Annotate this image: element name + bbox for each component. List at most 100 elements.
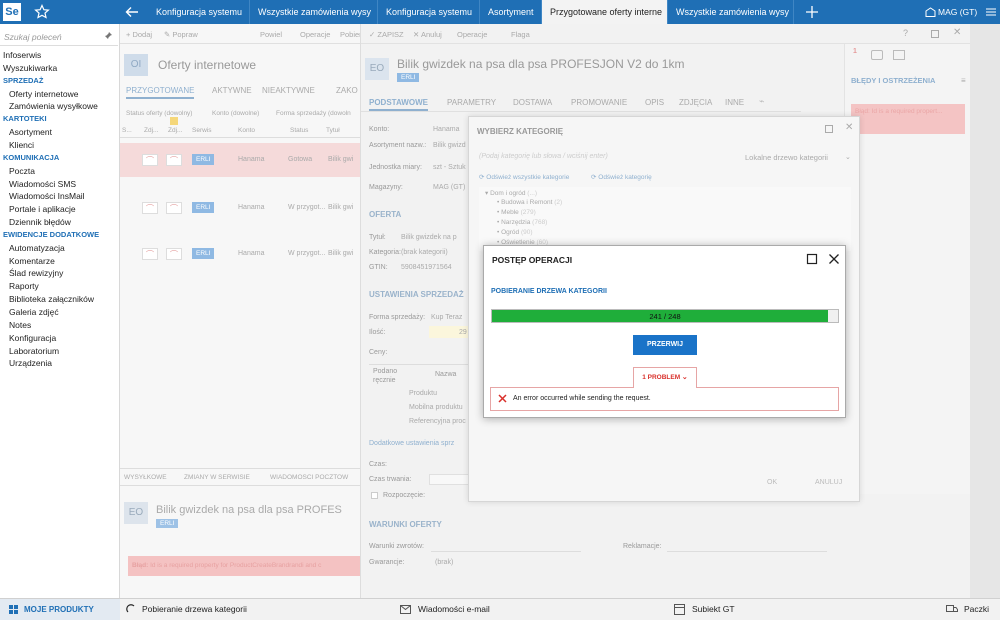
col-status[interactable]: Status: [290, 127, 308, 134]
error-count-icon[interactable]: 1: [853, 48, 863, 60]
refresh-category-link[interactable]: ⟳ Odśwież kategorię: [591, 173, 652, 181]
tab-0[interactable]: Konfiguracja systemu: [148, 0, 250, 24]
filter-status[interactable]: Status oferty (dowolny): [126, 110, 192, 117]
warehouse-label[interactable]: MAG (GT): [938, 7, 977, 17]
offer-field-value[interactable]: Bilik gwizdek na p: [401, 234, 457, 241]
flag-button[interactable]: Flaga: [511, 30, 530, 39]
add-button[interactable]: + Dodaj: [126, 30, 152, 39]
sidebar-item[interactable]: Zamówienia wysyłkowe: [9, 101, 98, 111]
tree-item[interactable]: • Ogród (90): [497, 229, 533, 236]
claims-select[interactable]: [667, 541, 827, 552]
sidebar-item[interactable]: Dziennik błędów: [9, 217, 71, 227]
tab-shipping[interactable]: WYSYŁKOWE: [124, 474, 167, 481]
offer-tab[interactable]: PARAMETRY: [447, 98, 496, 107]
sidebar-item[interactable]: Raporty: [9, 281, 39, 291]
attachment-icon[interactable]: ⌁: [759, 96, 764, 107]
sidebar-item[interactable]: Ślad rewizyjny: [9, 268, 63, 278]
offer-tab[interactable]: PODSTAWOWE: [369, 98, 428, 111]
col-account[interactable]: Konto: [238, 127, 255, 134]
category-close-icon[interactable]: ✕: [845, 122, 853, 133]
stop-button[interactable]: PRZERWIJ: [633, 335, 697, 355]
category-source-chevron-icon[interactable]: ⌄: [845, 153, 851, 161]
sidebar-item[interactable]: Wyszukiwarka: [3, 63, 57, 73]
task-label[interactable]: Pobieranie drzewa kategorii: [142, 604, 247, 614]
sidebar-search[interactable]: Szukaj poleceń: [0, 26, 118, 46]
tree-item[interactable]: • Meble (279): [497, 209, 536, 216]
star-icon[interactable]: [34, 4, 50, 20]
col-s[interactable]: S...: [122, 127, 132, 134]
tab-2[interactable]: Konfiguracja systemu: [378, 0, 480, 24]
extra-settings-link[interactable]: Dodatkowe ustawienia sprz: [369, 440, 454, 447]
tab-4-active[interactable]: Przygotowane oferty interne: [542, 0, 668, 24]
warranty-value[interactable]: (brak): [435, 559, 453, 566]
menu-icon[interactable]: [986, 8, 996, 16]
col-photo[interactable]: Zdj...: [144, 127, 158, 134]
field-value[interactable]: szt - Sztuk: [433, 164, 466, 171]
back-arrow-icon[interactable]: [124, 4, 140, 20]
offer-tab[interactable]: DOSTAWA: [513, 98, 552, 107]
add-tab-icon[interactable]: [804, 4, 820, 20]
subiekt-label[interactable]: Subiekt GT: [692, 604, 735, 614]
tab-1[interactable]: Wszystkie zamówienia wysy: [250, 0, 378, 24]
col-title[interactable]: Tytuł: [326, 127, 340, 134]
mail-icon[interactable]: [893, 50, 905, 60]
progress-maximize-icon[interactable]: [806, 253, 818, 265]
duration-input[interactable]: [429, 474, 469, 485]
offer-field-value[interactable]: (brak kategorii): [401, 249, 448, 256]
close-icon[interactable]: ✕: [953, 27, 961, 38]
price-row-label[interactable]: Mobilna produktu: [409, 404, 463, 411]
operations-button[interactable]: Operacje: [300, 30, 330, 39]
category-ok-button[interactable]: OK: [767, 479, 777, 486]
table-row[interactable]: ⌒ ⌒ ERLI Hanama W przygot... Bilik gwi: [120, 191, 360, 225]
tab-5[interactable]: Wszystkie zamówienia wysy: [668, 0, 794, 24]
category-search-input[interactable]: (Podaj kategorię lub słowa / wciśnij ent…: [479, 153, 608, 160]
sidebar-item[interactable]: Konfiguracja: [9, 333, 56, 343]
tree-item[interactable]: • Budowa i Remont (2): [497, 199, 562, 206]
returns-select[interactable]: [431, 541, 581, 552]
sidebar-item[interactable]: Laboratorium: [9, 346, 59, 356]
sidebar-item[interactable]: Oferty internetowe: [9, 89, 78, 99]
sidebar-item[interactable]: Automatyzacja: [9, 243, 65, 253]
problem-tab[interactable]: 1 PROBLEM ⌄: [633, 367, 697, 388]
sidebar-item[interactable]: Poczta: [9, 166, 35, 176]
comment-icon[interactable]: [871, 50, 883, 60]
sidebar-item[interactable]: Wiadomości SMS: [9, 179, 76, 189]
sidebar-item[interactable]: Notes: [9, 320, 31, 330]
email-label[interactable]: Wiadomości e-mail: [418, 604, 490, 614]
sidebar-item[interactable]: Urządzenia: [9, 358, 52, 368]
tab-messages[interactable]: WIADOMOŚCI POCZTOW: [270, 474, 360, 481]
category-source-select[interactable]: Lokalne drzewo kategorii: [745, 153, 828, 162]
sidebar-item[interactable]: Wiadomości InsMail: [9, 191, 85, 201]
sidebar-item[interactable]: Asortyment: [9, 127, 52, 137]
field-value[interactable]: MAG (GT): [433, 184, 465, 191]
offer-tab[interactable]: OPIS: [645, 98, 664, 107]
refresh-all-link[interactable]: ⟳ Odśwież wszystkie kategorie: [479, 173, 569, 181]
cancel-button[interactable]: ✕ Anuluj: [413, 30, 442, 39]
errors-panel-menu-icon[interactable]: ≡: [961, 76, 966, 85]
offer-tab[interactable]: PROMOWANIE: [571, 98, 627, 107]
tab-ended[interactable]: ZAKO: [336, 86, 358, 95]
category-cancel-button[interactable]: ANULUJ: [815, 479, 842, 486]
filter-sale-form[interactable]: Forma sprzedaży (dowoln: [276, 110, 360, 117]
sidebar-item[interactable]: Galeria zdjęć: [9, 307, 59, 317]
my-products-panel[interactable]: MOJE PRODUKTY: [0, 599, 120, 620]
packages-label[interactable]: Paczki: [964, 604, 989, 614]
offer-field-value[interactable]: 5908451971564: [401, 264, 452, 271]
price-row-label[interactable]: Referencyjna proc: [409, 418, 466, 425]
offer-operations-button[interactable]: Operacje: [457, 30, 487, 39]
tab-changes[interactable]: ZMIANY W SERWISIE: [184, 474, 250, 481]
start-checkbox[interactable]: [371, 492, 378, 499]
col-service[interactable]: Serwis: [192, 127, 212, 134]
offer-tab[interactable]: ZDJĘCIA: [679, 98, 712, 107]
tab-3[interactable]: Asortyment: [480, 0, 542, 24]
tree-item[interactable]: • Narzędzia (768): [497, 219, 547, 226]
offer-tab[interactable]: INNE: [725, 98, 744, 107]
tab-active[interactable]: AKTYWNE: [212, 86, 252, 95]
sidebar-item[interactable]: Komentarze: [9, 256, 55, 266]
warehouse-icon[interactable]: [925, 7, 936, 17]
search-input[interactable]: Szukaj poleceń: [4, 32, 62, 42]
sidebar-item[interactable]: Biblioteka załączników: [9, 294, 94, 304]
sale-form-value[interactable]: Kup Teraz: [431, 314, 462, 321]
maximize-icon[interactable]: [931, 30, 939, 38]
help-icon[interactable]: ?: [903, 28, 908, 38]
